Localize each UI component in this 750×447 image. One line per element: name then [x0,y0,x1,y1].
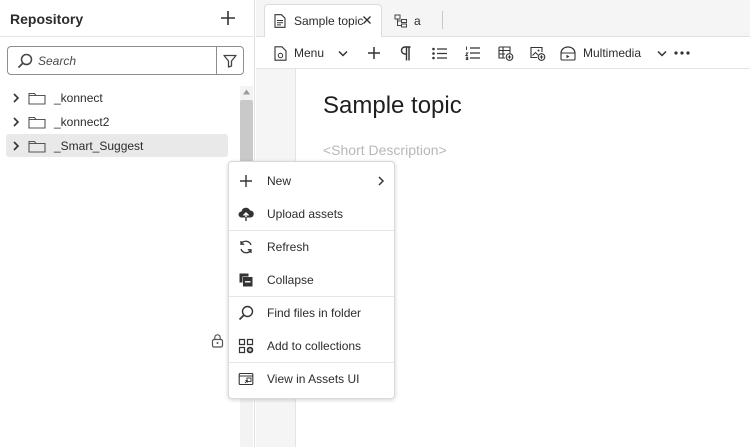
tree-item-konnect2[interactable]: _konnect2 [6,110,228,133]
multimedia-button[interactable]: Multimedia [560,43,667,63]
filter-icon [223,54,237,68]
insert-button[interactable] [367,43,381,63]
menu-item-add-to-collections[interactable]: Add to collections [229,331,394,361]
menu-item-label: Refresh [267,240,310,254]
lock-icon [211,334,224,348]
chevron-down-icon [338,50,348,57]
menu-item-label: New [267,174,292,188]
menu-item-label: Upload assets [267,207,344,221]
view-assets-icon [238,372,254,386]
menu-item-refresh[interactable]: Refresh [229,232,394,262]
menu-item-label: Find files in folder [267,306,362,320]
menu-item-new[interactable]: New [229,166,394,196]
paragraph-icon [400,45,411,60]
search-icon [238,305,254,321]
chevron-right-icon[interactable] [8,90,24,106]
tab-label: Sample topic [294,14,364,28]
folder-icon [28,116,46,129]
map-icon [394,14,407,27]
paragraph-button[interactable] [400,43,412,63]
chevron-down-icon [657,50,667,57]
menu-item-find-files[interactable]: Find files in folder [229,298,394,328]
folder-context-menu: New Upload assets Refresh Collapse Find … [228,161,395,399]
collapse-icon [239,273,253,287]
chevron-right-icon[interactable] [8,138,24,154]
menu-document-icon [274,45,287,61]
editor-toolbar: Menu Multimedia [256,37,750,69]
folder-icon [28,140,46,153]
editor-tab-bar: Sample topic a [256,0,750,37]
tab-label: a [414,13,421,28]
menu-item-collapse[interactable]: Collapse [229,265,394,295]
plus-icon [221,11,235,25]
menu-button[interactable]: Menu [274,43,348,63]
numbered-list-button[interactable] [465,43,480,63]
filter-button[interactable] [216,46,244,75]
tree-item-label: _konnect [54,90,103,105]
panel-divider [0,36,255,37]
menu-divider [229,362,394,363]
multimedia-label: Multimedia [583,46,642,60]
more-icon [674,51,690,55]
bulleted-list-icon [432,47,447,59]
short-description-placeholder[interactable]: <Short Description> [323,142,447,158]
insert-table-icon [498,45,514,61]
tab-separator [442,11,443,29]
chevron-right-icon [378,176,385,186]
tree-item-label: _konnect2 [54,114,110,129]
insert-table-button[interactable] [498,43,514,63]
document-title[interactable]: Sample topic [323,92,462,120]
bulleted-list-button[interactable] [432,43,447,63]
tree-item-smart-suggest[interactable]: _Smart_Suggest [6,134,228,157]
close-icon[interactable] [361,14,373,26]
menu-item-label: Add to collections [267,339,362,353]
menu-item-label: View in Assets UI [267,372,360,386]
menu-divider [229,230,394,231]
plus-icon [240,175,252,187]
more-options-button[interactable] [674,43,690,63]
tree-item-label: _Smart_Suggest [54,138,144,153]
document-icon [274,14,286,28]
menu-item-upload-assets[interactable]: Upload assets [229,199,394,229]
menu-divider [229,296,394,297]
chevron-right-icon[interactable] [8,114,24,130]
folder-icon [28,92,46,105]
plus-icon [368,47,380,59]
search-icon [17,53,33,69]
add-collection-icon [238,338,254,354]
numbered-list-icon [465,46,480,60]
scroll-up-arrow-icon[interactable] [242,88,251,96]
multimedia-icon [560,45,576,61]
repository-panel: Repository _konnect _konnect2 _Smart_Sug… [0,0,255,447]
tab-a[interactable]: a [390,4,440,37]
search-input[interactable] [38,50,208,72]
insert-image-button[interactable] [530,43,546,63]
search-field[interactable] [7,46,217,75]
add-repository-button[interactable] [218,8,238,28]
menu-label: Menu [294,46,325,60]
tree-item-konnect[interactable]: _konnect [6,86,228,109]
repository-title: Repository [10,11,84,27]
insert-image-icon [530,46,546,61]
tab-sample-topic[interactable]: Sample topic [264,4,382,37]
menu-item-view-in-assets-ui[interactable]: View in Assets UI [229,364,394,394]
refresh-icon [240,240,252,254]
menu-item-label: Collapse [267,273,314,287]
cloud-upload-icon [238,207,254,221]
